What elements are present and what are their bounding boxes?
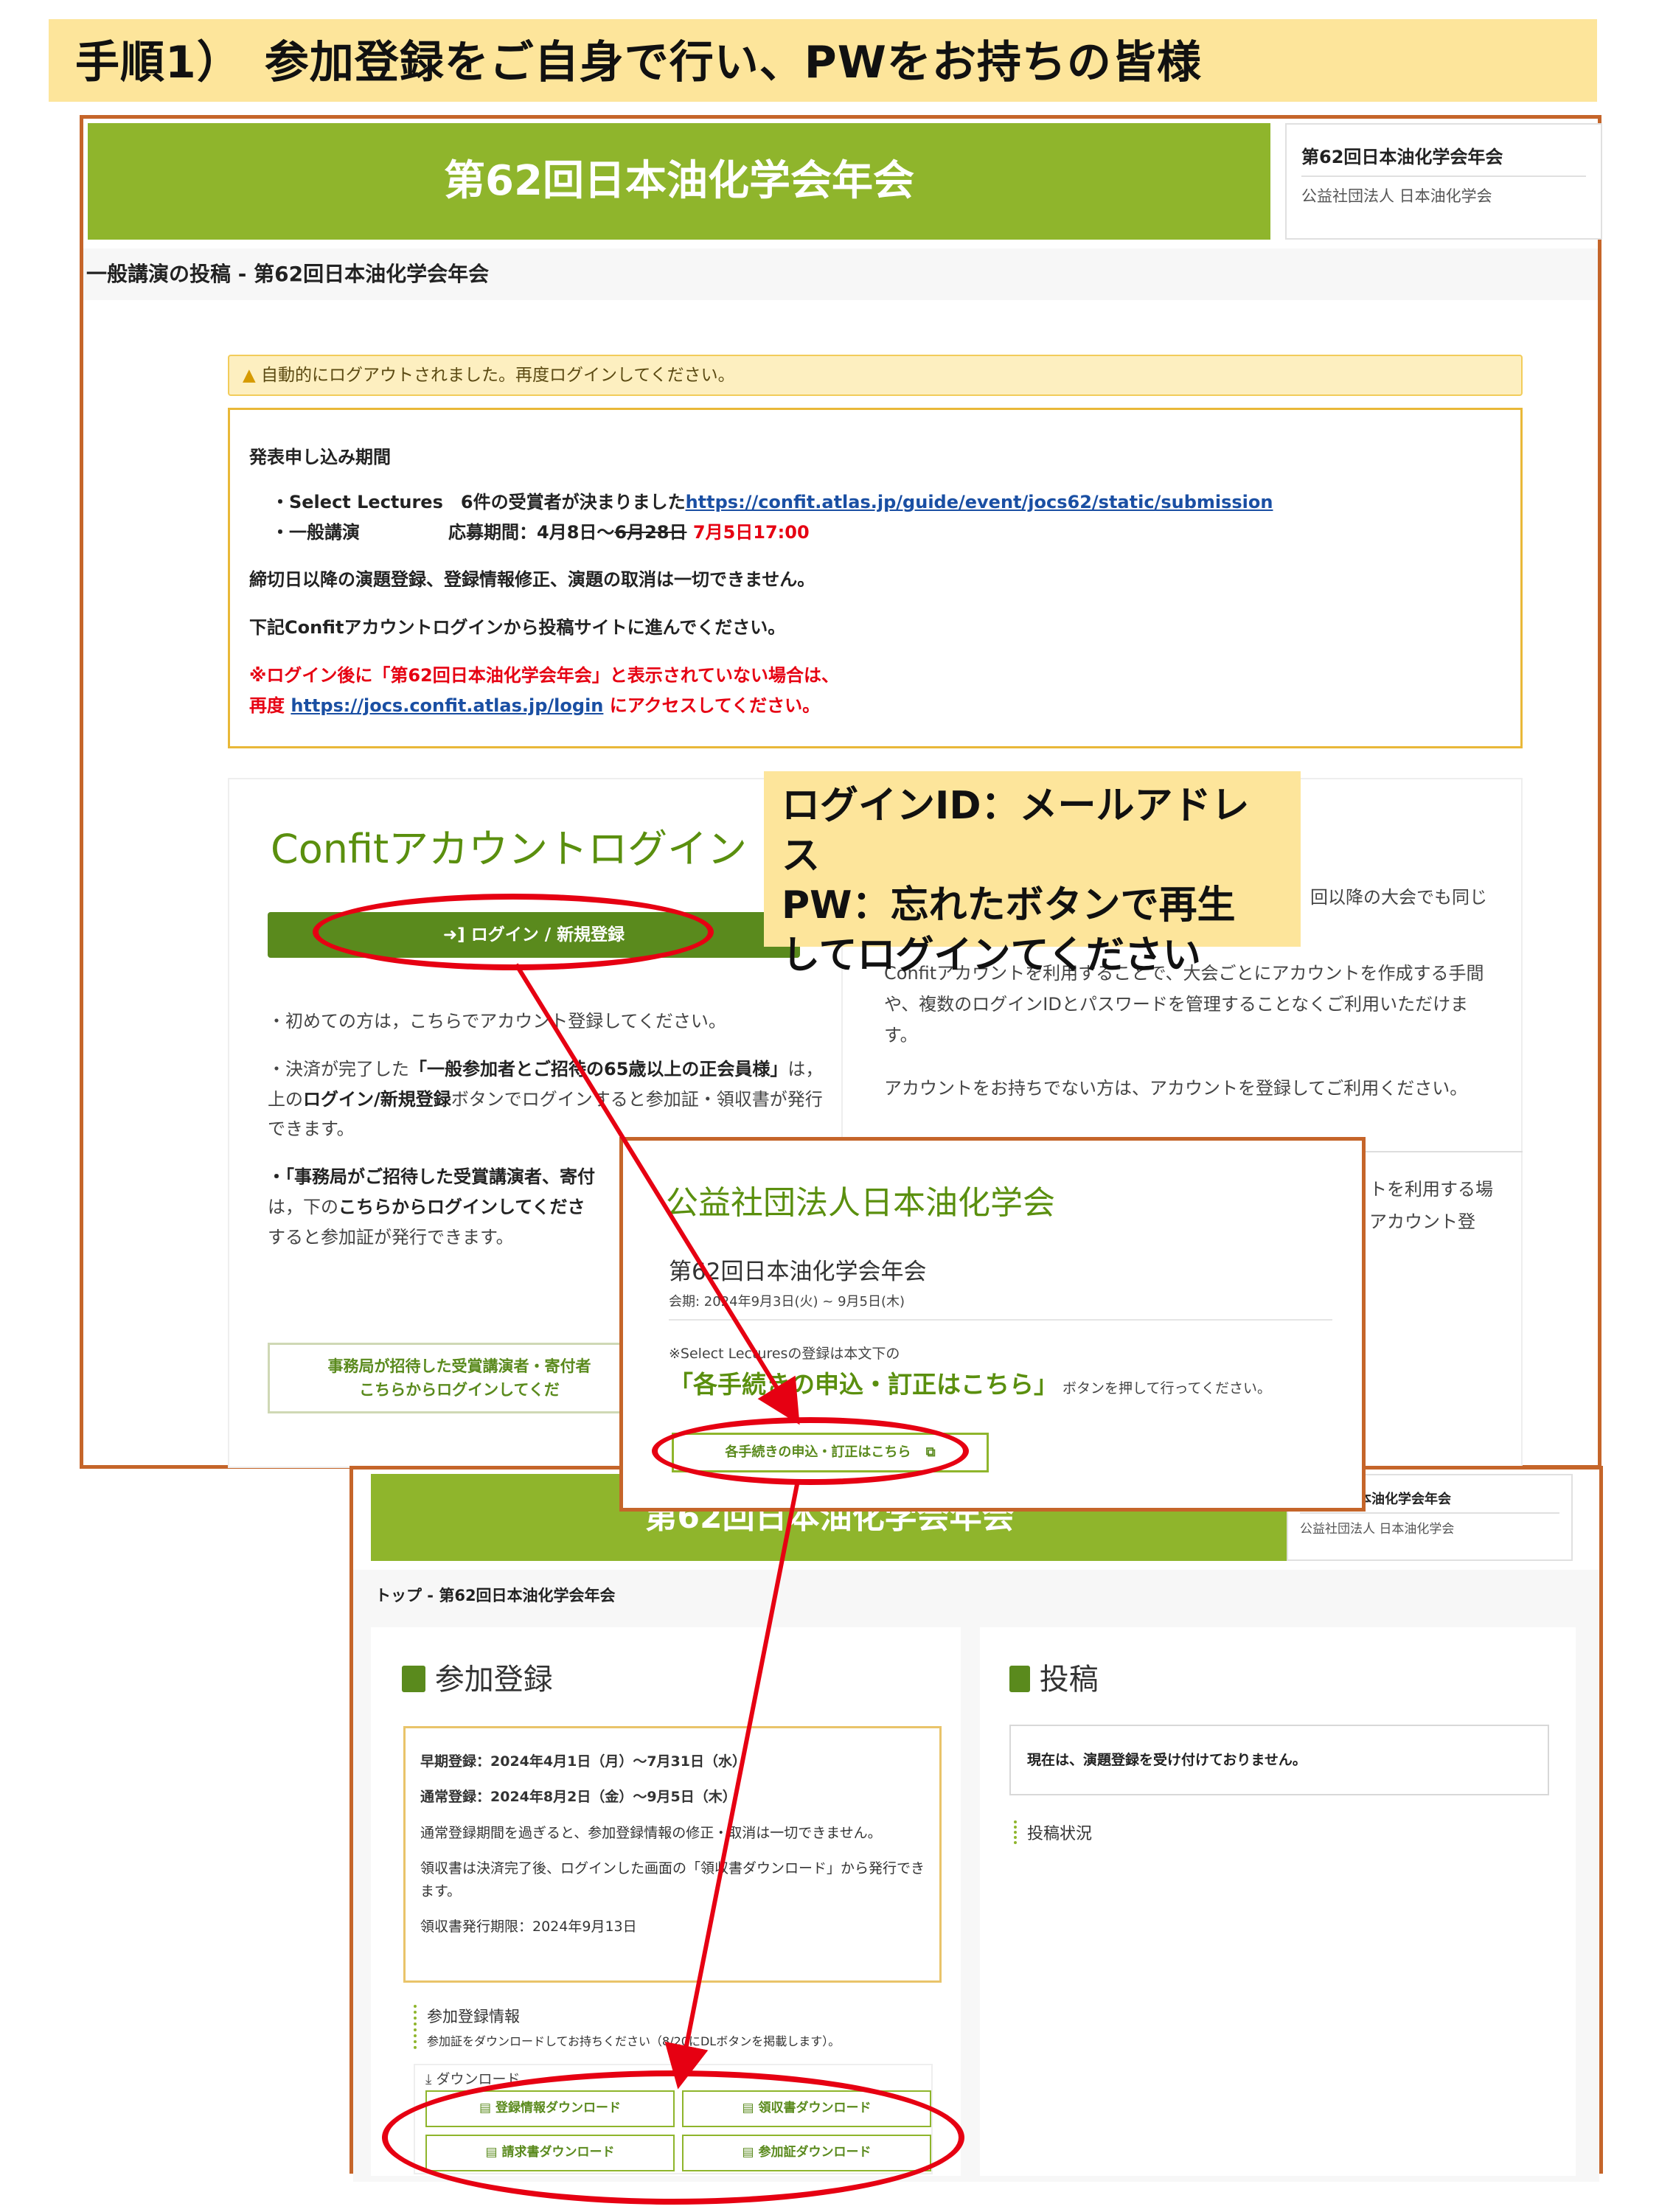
arrow-login-to-procedures — [514, 963, 800, 1425]
arrow-procedures-to-downloads — [664, 1480, 800, 2090]
flow-arrows — [514, 963, 800, 2090]
